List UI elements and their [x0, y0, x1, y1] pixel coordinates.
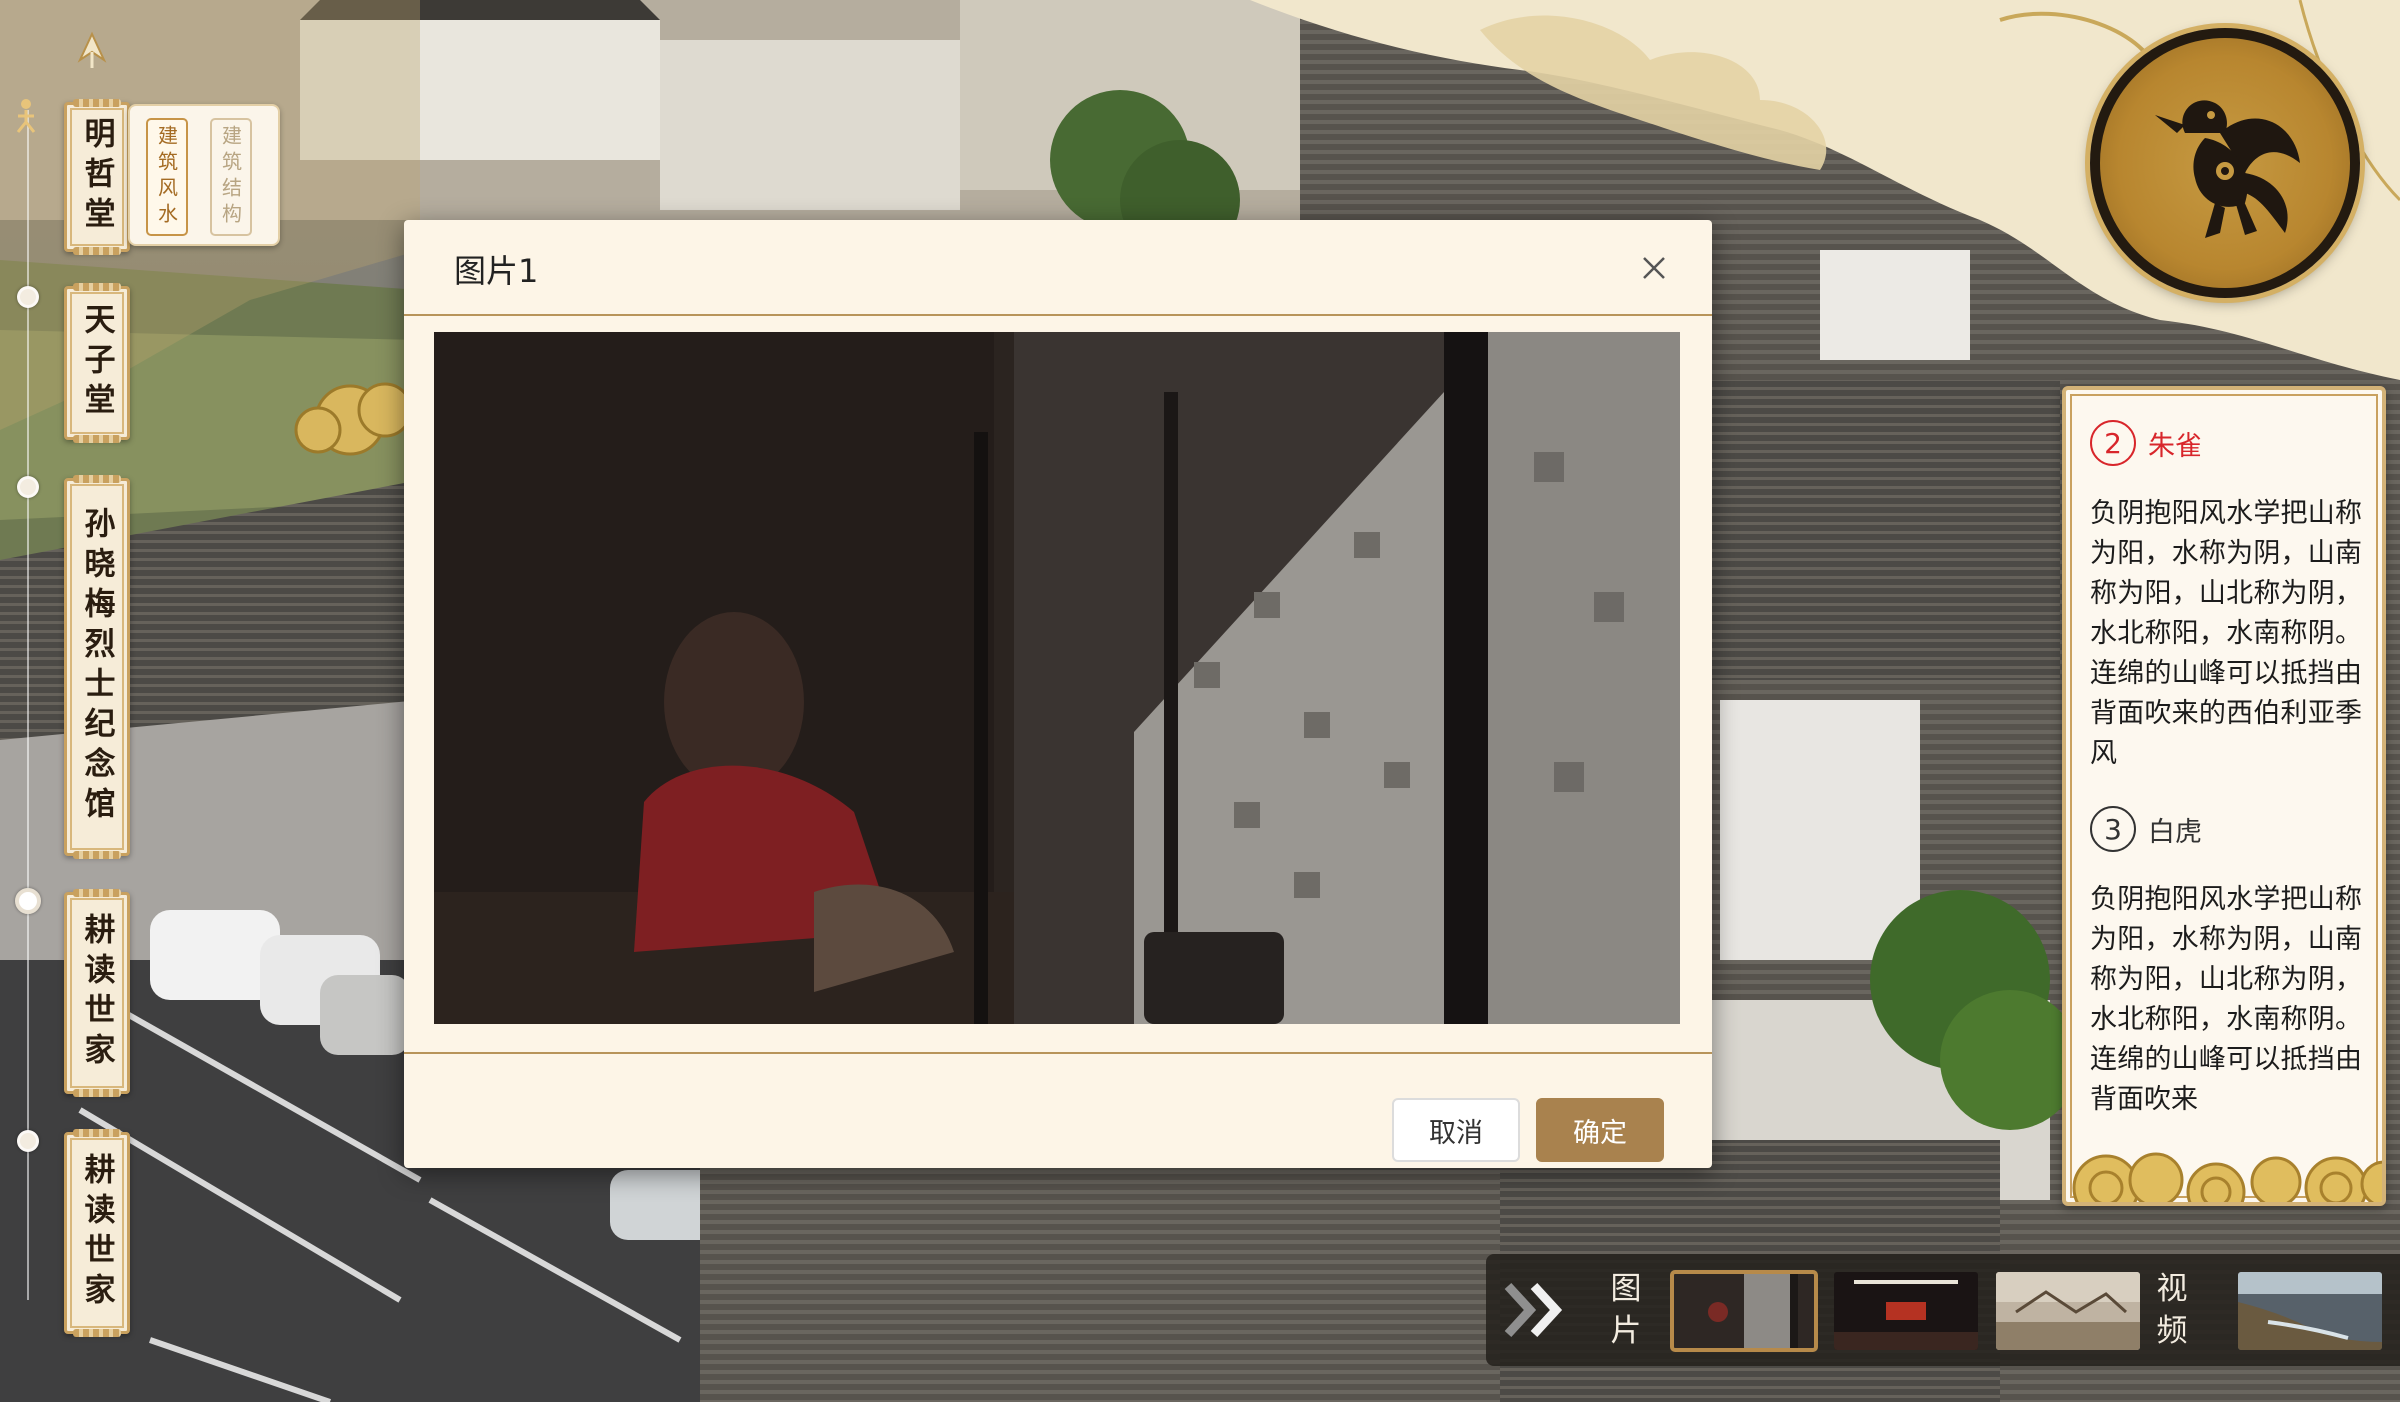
thumbnail-image-2[interactable] [1834, 1272, 1978, 1350]
nav-dot-4-active[interactable] [15, 888, 41, 914]
section-title: 白虎 [2148, 816, 2202, 848]
scroll-cap-bottom [73, 1089, 121, 1097]
home-arrow-icon[interactable] [72, 30, 112, 70]
close-icon[interactable] [1636, 250, 1672, 286]
nav-dot-5[interactable] [17, 1130, 39, 1152]
scroll-cap-bottom [73, 435, 121, 443]
videos-category-label[interactable]: 视频 [2154, 1268, 2190, 1352]
scroll-cap-top [73, 475, 121, 483]
nav-item-label: 耕读世家 [78, 1153, 115, 1313]
section-number-badge: 2 [2090, 420, 2136, 466]
subnav-architecture-structure[interactable]: 建筑结构 [210, 118, 252, 236]
section-text: 负阴抱阳风水学把山称为阳，水称为阴，山南称为阳，山北称为阴，水北称阳，水南称阴。… [2090, 884, 2362, 1115]
double-chevron-right-icon[interactable] [1504, 1280, 1580, 1340]
nav-item-sunxiaomei-memorial[interactable]: 孙晓梅烈士纪念馆 [64, 475, 130, 859]
scroll-cap-top [73, 283, 121, 291]
nav-item-label: 孙晓梅烈士纪念馆 [78, 507, 115, 827]
nav-item-label: 耕读世家 [78, 913, 115, 1073]
info-section-header-zhuque[interactable]: 2 朱雀 [2090, 416, 2362, 470]
nav-item-gengdushijia[interactable]: 耕读世家 [64, 889, 130, 1097]
phoenix-emblem-icon [2090, 28, 2360, 298]
scroll-cap-top [73, 889, 121, 897]
section-number-badge: 3 [2090, 806, 2136, 852]
nav-item-mingzhetang[interactable]: 明哲堂 [64, 99, 130, 255]
modal-header: 图片1 [404, 220, 1712, 316]
info-panel: 2 朱雀 负阴抱阳风水学把山称为阳，水称为阴，山南称为阳，山北称为阴，水北称阳，… [2062, 386, 2386, 1206]
info-section-header-baihu[interactable]: 3 白虎 [2090, 802, 2362, 856]
cancel-button[interactable]: 取消 [1392, 1098, 1520, 1162]
cloud-ornament-icon [2072, 1152, 2382, 1202]
image-preview-modal: 图片1 取消 确定 [404, 220, 1712, 1168]
section-title: 朱雀 [2148, 430, 2202, 462]
phoenix-figure [2155, 100, 2300, 238]
nav-item-tianzitang[interactable]: 天子堂 [64, 283, 130, 443]
confirm-button[interactable]: 确定 [1536, 1098, 1664, 1162]
thumbnail-image-3[interactable] [1996, 1272, 2140, 1350]
thumbnail-image-1[interactable] [1670, 1270, 1818, 1352]
preview-photo [434, 332, 1680, 1024]
person-marker-icon [16, 99, 36, 133]
thumbnail-video-1[interactable] [2238, 1272, 2382, 1350]
section-text: 负阴抱阳风水学把山称为阳，水称为阴，山南称为阳，山北称为阴，水北称阳，水南称阴。… [2090, 498, 2362, 769]
info-panel-content: 2 朱雀 负阴抱阳风水学把山称为阳，水称为阴，山南称为阳，山北称为阴，水北称阳，… [2090, 416, 2362, 1148]
scroll-cap-bottom [73, 1329, 121, 1337]
images-category-label[interactable]: 图片 [1608, 1268, 1644, 1352]
modal-title: 图片1 [454, 252, 539, 290]
subnav-label: 建筑结构 [218, 125, 243, 229]
scroll-cap-top [73, 1129, 121, 1137]
scroll-cap-bottom [73, 247, 121, 255]
subnav-architecture-fengshui[interactable]: 建筑风水 [146, 118, 188, 236]
scroll-cap-top [73, 99, 121, 107]
scroll-cap-bottom [73, 851, 121, 859]
nav-item-gengdushijia-2[interactable]: 耕读世家 [64, 1129, 130, 1337]
modal-footer: 取消 确定 [404, 1052, 1712, 1168]
nav-dot-3[interactable] [17, 476, 39, 498]
nav-item-label: 明哲堂 [78, 117, 115, 237]
nav-item-label: 天子堂 [78, 303, 115, 423]
nav-dot-2[interactable] [17, 286, 39, 308]
media-strip: 图片 视频 [1486, 1254, 2400, 1366]
subnav-panel: 建筑风水 建筑结构 [128, 104, 280, 246]
subnav-label: 建筑风水 [154, 125, 179, 229]
